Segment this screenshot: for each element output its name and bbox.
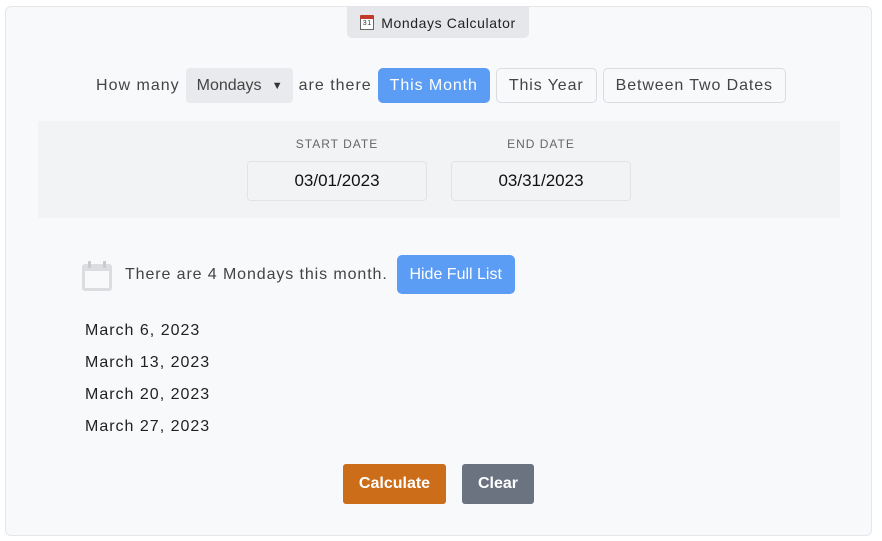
end-date-label: END DATE [507, 137, 575, 151]
this-year-button[interactable]: This Year [495, 68, 597, 103]
end-date-group: END DATE 03/31/2023 [451, 121, 631, 201]
action-buttons: Calculate Clear [343, 464, 534, 504]
start-date-label: START DATE [295, 137, 379, 151]
list-item: March 27, 2023 [85, 418, 211, 435]
calendar-31-icon: 31 [360, 15, 375, 30]
mondays-list: March 6, 2023 March 13, 2023 March 20, 2… [85, 321, 210, 449]
date-range-panel: START DATE 03/01/2023 END DATE 03/31/202… [38, 121, 840, 218]
result-text: There are 4 Mondays this month. [125, 265, 388, 283]
query-row: How many Mondays ▼ are there This Month … [0, 68, 882, 103]
start-date-group: START DATE 03/01/2023 [247, 121, 427, 201]
list-item: March 13, 2023 [85, 354, 211, 371]
query-middle: are there [298, 76, 372, 94]
calculate-button[interactable]: Calculate [343, 464, 446, 504]
app-title: Mondays Calculator [381, 14, 516, 31]
day-select[interactable]: Mondays ▼ [185, 68, 293, 103]
query-prefix: How many [96, 76, 180, 94]
result-summary: There are 4 Mondays this month. Hide Ful… [82, 255, 515, 294]
day-select-value: Mondays [196, 76, 262, 94]
calendar-icon [82, 259, 112, 291]
start-date-input[interactable]: 03/01/2023 [247, 161, 427, 201]
between-two-dates-button[interactable]: Between Two Dates [602, 68, 786, 103]
list-item: March 20, 2023 [85, 386, 211, 403]
hide-full-list-button[interactable]: Hide Full List [396, 255, 515, 294]
this-month-button[interactable]: This Month [377, 68, 490, 103]
app-title-tab: 31 Mondays Calculator [347, 7, 529, 38]
chevron-down-icon: ▼ [271, 79, 283, 92]
clear-button[interactable]: Clear [462, 464, 534, 504]
end-date-input[interactable]: 03/31/2023 [451, 161, 631, 201]
list-item: March 6, 2023 [85, 322, 201, 339]
